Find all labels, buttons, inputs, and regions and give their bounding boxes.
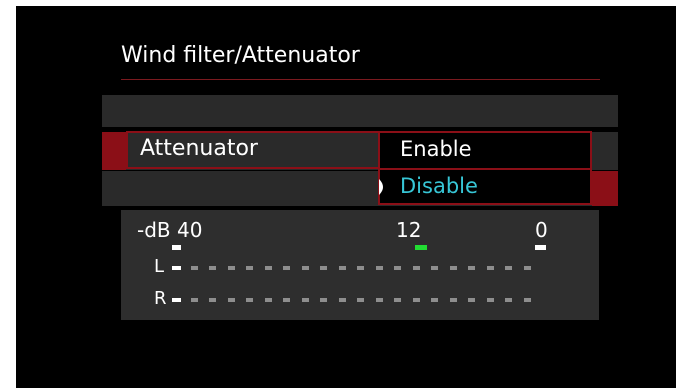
level-segment-left	[190, 266, 198, 270]
level-segment-right	[172, 298, 181, 302]
meter-zero-label: 0	[535, 218, 548, 242]
level-segment-right	[394, 298, 401, 302]
channel-label-right: R	[154, 288, 167, 309]
level-segment-right	[283, 298, 290, 302]
option-divider	[380, 168, 590, 170]
level-segment-right	[320, 298, 327, 302]
level-segment-right	[227, 298, 235, 302]
meter-scale-label: -dB 40	[137, 218, 203, 242]
level-segment-left	[301, 266, 309, 270]
level-segment-right	[375, 298, 383, 302]
level-segment-right	[505, 298, 512, 302]
selection-indicator-right	[592, 171, 618, 206]
level-segment-left	[320, 266, 327, 270]
level-segment-left	[172, 266, 181, 270]
level-segment-left	[394, 266, 401, 270]
attenuator-options-dropdown[interactable]: Enable Disable	[378, 131, 592, 205]
menu-row-wind-filter[interactable]	[102, 95, 618, 127]
level-segment-right	[468, 298, 475, 302]
level-segment-right	[449, 298, 457, 302]
meter-mid-label: 12	[396, 218, 422, 242]
attenuator-label: Attenuator	[140, 136, 258, 161]
level-segment-left	[283, 266, 290, 270]
level-segment-right	[301, 298, 309, 302]
level-segment-right	[264, 298, 272, 302]
page-title: Wind filter/Attenuator	[121, 43, 360, 68]
level-segment-left	[357, 266, 364, 270]
level-segment-right	[523, 298, 531, 302]
selection-indicator	[102, 132, 126, 170]
level-segment-right	[431, 298, 438, 302]
level-segment-right	[486, 298, 494, 302]
selection-marker-icon	[379, 179, 383, 195]
title-divider	[121, 79, 600, 80]
tick-0	[535, 245, 546, 250]
level-segment-right	[357, 298, 364, 302]
level-segment-left	[486, 266, 494, 270]
level-segment-right	[412, 298, 420, 302]
level-segment-left	[412, 266, 420, 270]
level-segment-left	[468, 266, 475, 270]
level-segment-left	[431, 266, 438, 270]
level-segment-left	[375, 266, 383, 270]
level-segment-left	[449, 266, 457, 270]
level-segment-left	[523, 266, 531, 270]
level-segment-left	[505, 266, 512, 270]
level-segment-left	[264, 266, 272, 270]
level-segment-left	[209, 266, 216, 270]
option-disable[interactable]: Disable	[400, 174, 478, 198]
level-segment-right	[338, 298, 346, 302]
level-segment-right	[209, 298, 216, 302]
level-segment-right	[246, 298, 253, 302]
tick-40	[172, 245, 181, 250]
audio-level-meter: -dB 40 12 0 L R	[121, 210, 599, 320]
channel-label-left: L	[154, 256, 165, 277]
option-enable[interactable]: Enable	[400, 137, 472, 161]
level-segment-left	[227, 266, 235, 270]
level-segment-right	[190, 298, 198, 302]
level-segment-left	[338, 266, 346, 270]
level-segment-left	[246, 266, 253, 270]
tick-12	[415, 245, 427, 250]
